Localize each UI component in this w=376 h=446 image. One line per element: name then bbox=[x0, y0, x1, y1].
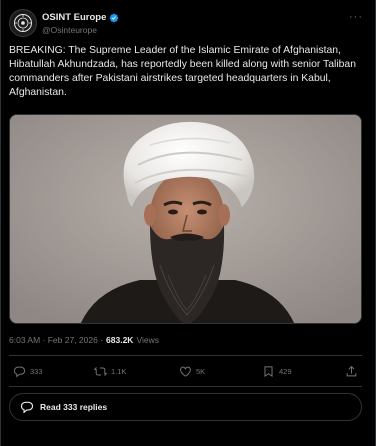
like-icon bbox=[180, 366, 191, 377]
reply-icon bbox=[13, 366, 26, 378]
share-icon bbox=[346, 365, 357, 377]
views-label: Views bbox=[136, 335, 159, 345]
reply-count: 333 bbox=[30, 367, 43, 376]
repost-button[interactable]: 1.1K bbox=[94, 365, 126, 378]
action-bar: 333 1.1K 5K 429 bbox=[9, 362, 362, 384]
post-header: OSINT Europe @Osinteurope ··· bbox=[9, 9, 367, 43]
verified-badge-icon bbox=[110, 13, 119, 22]
like-count: 5K bbox=[196, 367, 206, 376]
author-handle[interactable]: @Osinteurope bbox=[42, 25, 97, 35]
like-button[interactable]: 5K bbox=[179, 365, 205, 378]
reply-button[interactable]: 333 bbox=[13, 365, 43, 378]
author-name[interactable]: OSINT Europe bbox=[42, 12, 106, 23]
read-replies-label: Read 333 replies bbox=[40, 402, 108, 412]
repost-count: 1.1K bbox=[111, 367, 127, 376]
avatar[interactable] bbox=[9, 9, 37, 37]
post-image[interactable] bbox=[9, 114, 362, 324]
bookmark-icon bbox=[264, 366, 273, 378]
post-meta: 6:03 AM · Feb 27, 2026 · 683.2K Views bbox=[9, 335, 159, 345]
osint-logo-icon bbox=[14, 14, 32, 32]
more-icon[interactable]: ··· bbox=[349, 11, 363, 23]
post-text: BREAKING: The Supreme Leader of the Isla… bbox=[9, 45, 356, 98]
read-replies-icon bbox=[20, 401, 34, 414]
repost-icon bbox=[94, 367, 107, 376]
read-replies-button[interactable]: Read 333 replies bbox=[9, 393, 362, 421]
post-timestamp[interactable]: 6:03 AM · Feb 27, 2026 · bbox=[9, 335, 103, 345]
share-button[interactable] bbox=[345, 365, 358, 378]
bookmark-button[interactable]: 429 bbox=[262, 365, 292, 378]
views-count: 683.2K bbox=[106, 335, 134, 345]
portrait-illustration bbox=[10, 115, 361, 323]
bookmark-count: 429 bbox=[279, 367, 292, 376]
divider-bottom bbox=[9, 386, 362, 387]
author-name-row: OSINT Europe bbox=[42, 12, 119, 23]
divider-top bbox=[9, 355, 362, 356]
